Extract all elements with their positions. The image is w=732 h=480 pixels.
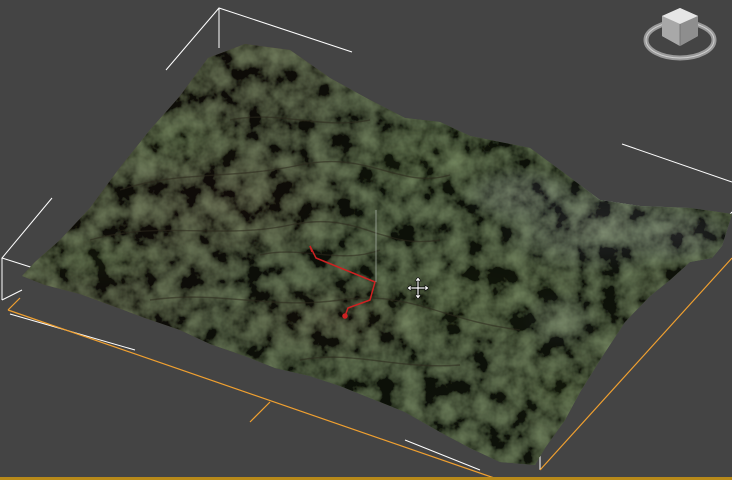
move-crosshair-icon [406, 276, 430, 300]
3d-viewport[interactable] [0, 0, 732, 480]
terrain-mesh[interactable] [0, 0, 732, 480]
viewcube-icon[interactable] [640, 2, 720, 68]
scene-canvas[interactable] [0, 0, 732, 480]
